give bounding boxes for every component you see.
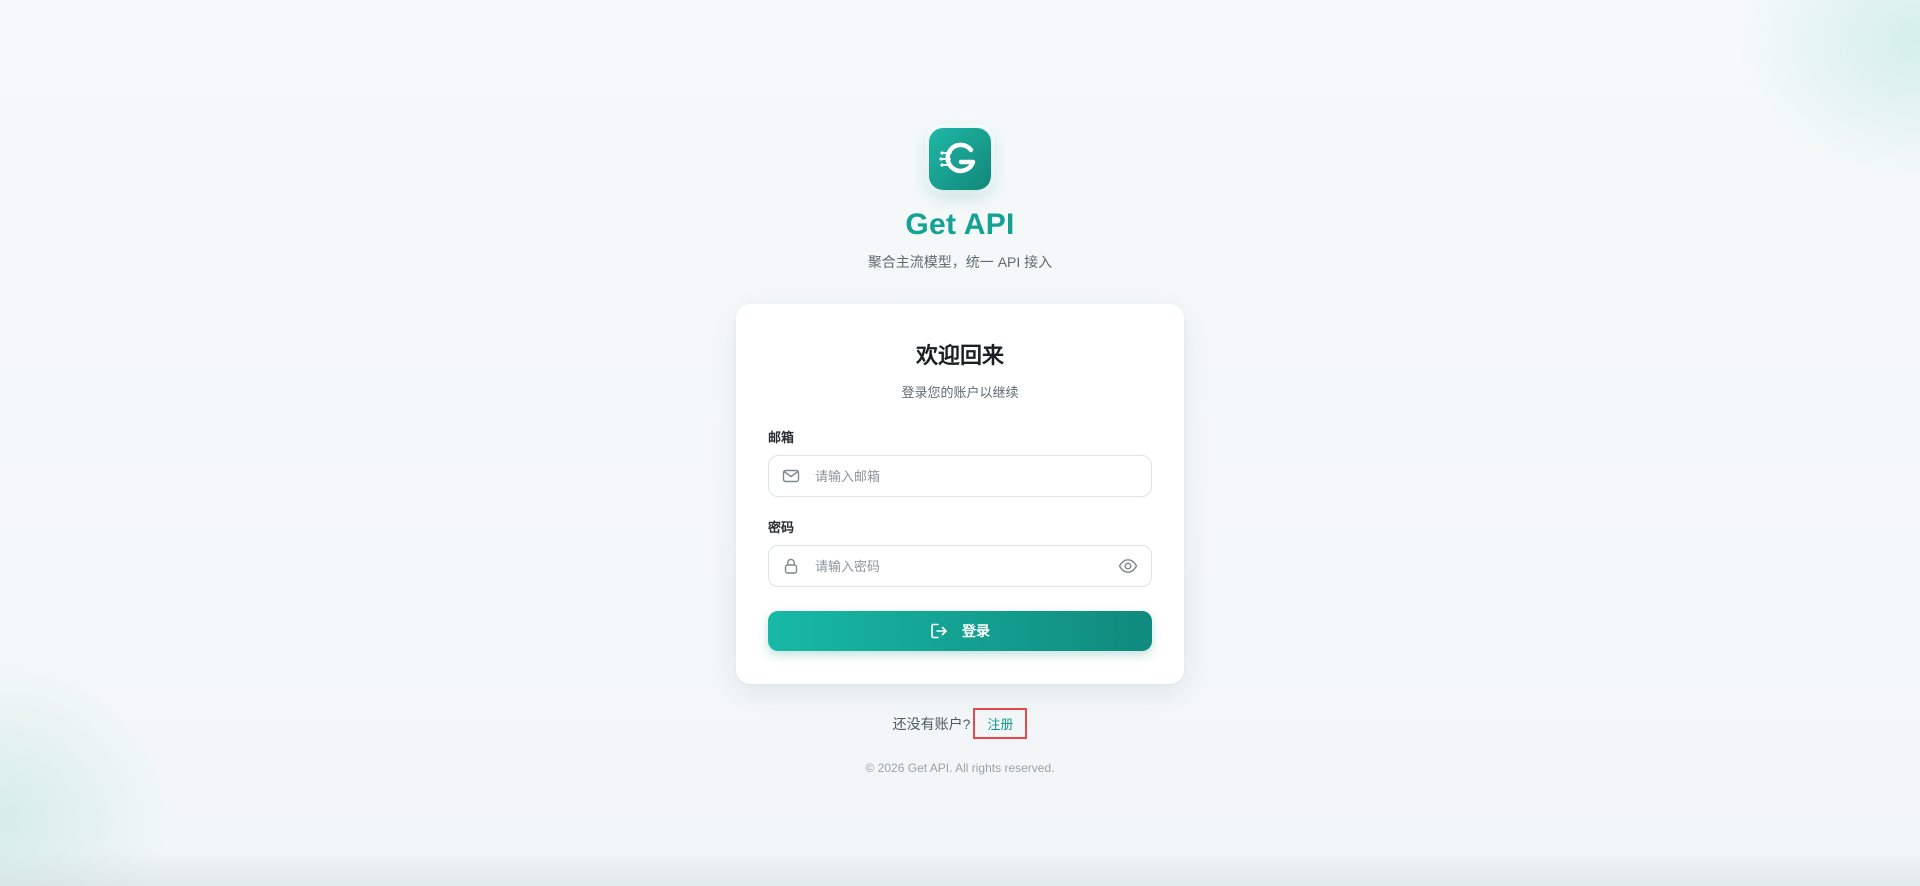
lock-icon [781,556,801,576]
register-row: 还没有账户? 注册 [893,708,1028,739]
login-button-label: 登录 [962,623,990,639]
login-icon [930,622,948,640]
login-button[interactable]: 登录 [768,611,1152,651]
card-title: 欢迎回来 [915,343,1004,368]
email-label: 邮箱 [768,430,795,445]
password-input[interactable] [813,557,1117,575]
footer-copyright: © 2026 Get API. All rights reserved. [865,761,1055,775]
eye-icon[interactable] [1117,555,1139,577]
brand-name: Get API [905,208,1015,241]
login-card: 欢迎回来 登录您的账户以继续 邮箱 密码 [736,304,1184,684]
brand-logo [929,128,991,190]
card-subtitle: 登录您的账户以继续 [901,385,1019,400]
password-label: 密码 [768,520,795,535]
password-field[interactable] [768,545,1152,587]
email-field[interactable] [768,455,1152,497]
register-prompt: 还没有账户? [892,715,971,732]
mail-icon [781,466,801,486]
bottom-shade [0,850,1920,886]
brand-tagline: 聚合主流模型，统一 API 接入 [867,254,1053,270]
logo-g-icon [939,142,976,174]
register-link[interactable]: 注册 [973,708,1028,739]
login-page: Get API 聚合主流模型，统一 API 接入 欢迎回来 登录您的账户以继续 … [0,0,1920,775]
email-input[interactable] [813,467,1139,485]
